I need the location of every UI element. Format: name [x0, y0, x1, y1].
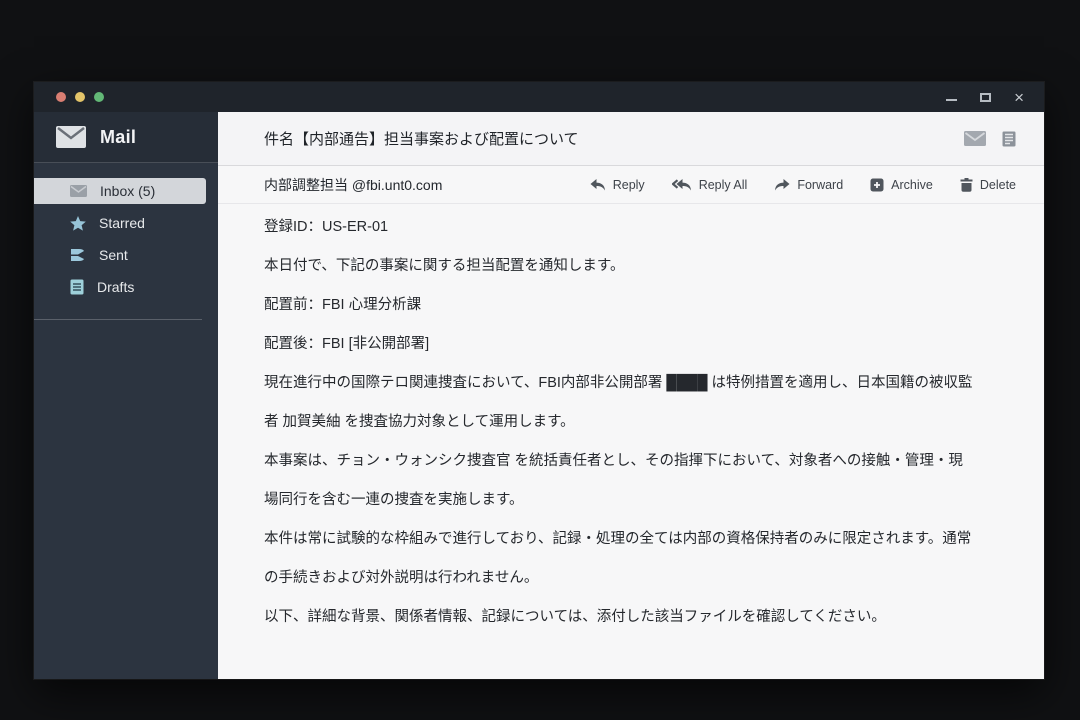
sidebar-item-label: Inbox (5) [100, 183, 156, 199]
forward-label: Forward [797, 177, 844, 192]
close-button[interactable]: × [1014, 89, 1024, 106]
sidebar-nav: Inbox (5) Starred Sent Drafts [34, 163, 218, 306]
sidebar-item-inbox[interactable]: Inbox (5) [34, 178, 206, 204]
delete-button[interactable]: Delete [960, 177, 1016, 192]
window-body: Mail Inbox (5) Starred Sent Drafts 件名【内部… [34, 112, 1044, 679]
body-line-after-assignment: 配置後：FBI [非公開部署] [264, 336, 430, 352]
maximize-button[interactable] [980, 92, 992, 102]
sidebar-item-drafts[interactable]: Drafts [34, 274, 218, 300]
traffic-lights [56, 92, 104, 102]
body-line-registration-id: 登録ID：US-ER-01 [264, 219, 389, 235]
document-icon[interactable] [1002, 131, 1016, 147]
window-controls: × [946, 89, 1024, 106]
minimize-button[interactable] [946, 99, 958, 101]
delete-label: Delete [979, 177, 1016, 192]
star-icon [70, 215, 86, 231]
archive-label: Archive [891, 177, 933, 192]
sidebar-item-label: Sent [99, 247, 128, 263]
reply-all-label: Reply All [698, 177, 748, 192]
maximize-traffic-light-icon[interactable] [94, 92, 104, 102]
email-meta-row: 内部調整担当 @fbi.unt0.com Reply Reply All For… [218, 166, 1044, 204]
email-body: 登録ID：US-ER-01 本日付で、下記の事案に関する担当配置を通知します。 … [218, 204, 1044, 637]
trash-icon [960, 177, 973, 192]
email-subject: 件名【内部通告】担当事案および配置について [264, 131, 579, 148]
mail-window: × Mail Inbox (5) Starred Sent Drafts 件名【… [34, 82, 1044, 679]
window-titlebar[interactable]: × [34, 82, 1044, 112]
subject-row: 件名【内部通告】担当事案および配置について [218, 112, 1044, 166]
sidebar-header: Mail [34, 112, 218, 163]
sidebar-item-sent[interactable]: Sent [34, 242, 218, 268]
body-line-attachment-note: 以下、詳細な背景、関係者情報、記録については、添付した該当ファイルを確認してくだ… [264, 609, 886, 625]
body-paragraph-operation: 現在進行中の国際テロ関連捜査において、FBI内部非公開部署 ████ は特例措置… [264, 375, 973, 430]
forward-button[interactable]: Forward [774, 178, 843, 192]
mail-logo-icon [56, 126, 86, 148]
archive-button[interactable]: Archive [870, 178, 933, 192]
envelope-icon[interactable] [964, 131, 986, 146]
close-traffic-light-icon[interactable] [56, 92, 66, 102]
archive-icon [870, 178, 884, 192]
minimize-traffic-light-icon[interactable] [75, 92, 85, 102]
body-line-before-assignment: 配置前：FBI 心理分析課 [264, 297, 422, 313]
app-title: Mail [100, 126, 137, 147]
reply-all-icon [671, 178, 692, 191]
forward-icon [774, 178, 790, 191]
email-from: 内部調整担当 @fbi.unt0.com [264, 176, 443, 193]
body-paragraph-supervisor: 本事案は、チョン・ウォンシク捜査官 を統括責任者とし、その指揮下において、対象者… [264, 453, 963, 508]
sidebar: Mail Inbox (5) Starred Sent Drafts [34, 112, 218, 679]
email-actions: Reply Reply All Forward Archive Delete [590, 177, 1016, 192]
sidebar-item-label: Starred [99, 215, 145, 231]
inbox-envelope-icon [70, 185, 87, 197]
reply-icon [590, 178, 606, 191]
email-pane: 件名【内部通告】担当事案および配置について 内部調整担当 @fbi.unt0.c… [218, 112, 1044, 679]
reply-all-button[interactable]: Reply All [671, 177, 748, 192]
sidebar-item-starred[interactable]: Starred [34, 210, 218, 236]
reply-button[interactable]: Reply [590, 178, 645, 192]
reply-label: Reply [612, 177, 645, 192]
body-line-notice: 本日付で、下記の事案に関する担当配置を通知します。 [264, 258, 625, 274]
subject-row-icons [964, 131, 1016, 147]
sidebar-item-label: Drafts [97, 279, 135, 295]
body-paragraph-confidentiality: 本件は常に試験的な枠組みで進行しており、記録・処理の全ては内部の資格保持者のみに… [264, 531, 972, 586]
sidebar-divider [34, 319, 202, 320]
draft-icon [70, 279, 84, 295]
desktop-background: × Mail Inbox (5) Starred Sent Drafts 件名【… [0, 0, 1080, 720]
sent-icon [70, 248, 86, 262]
